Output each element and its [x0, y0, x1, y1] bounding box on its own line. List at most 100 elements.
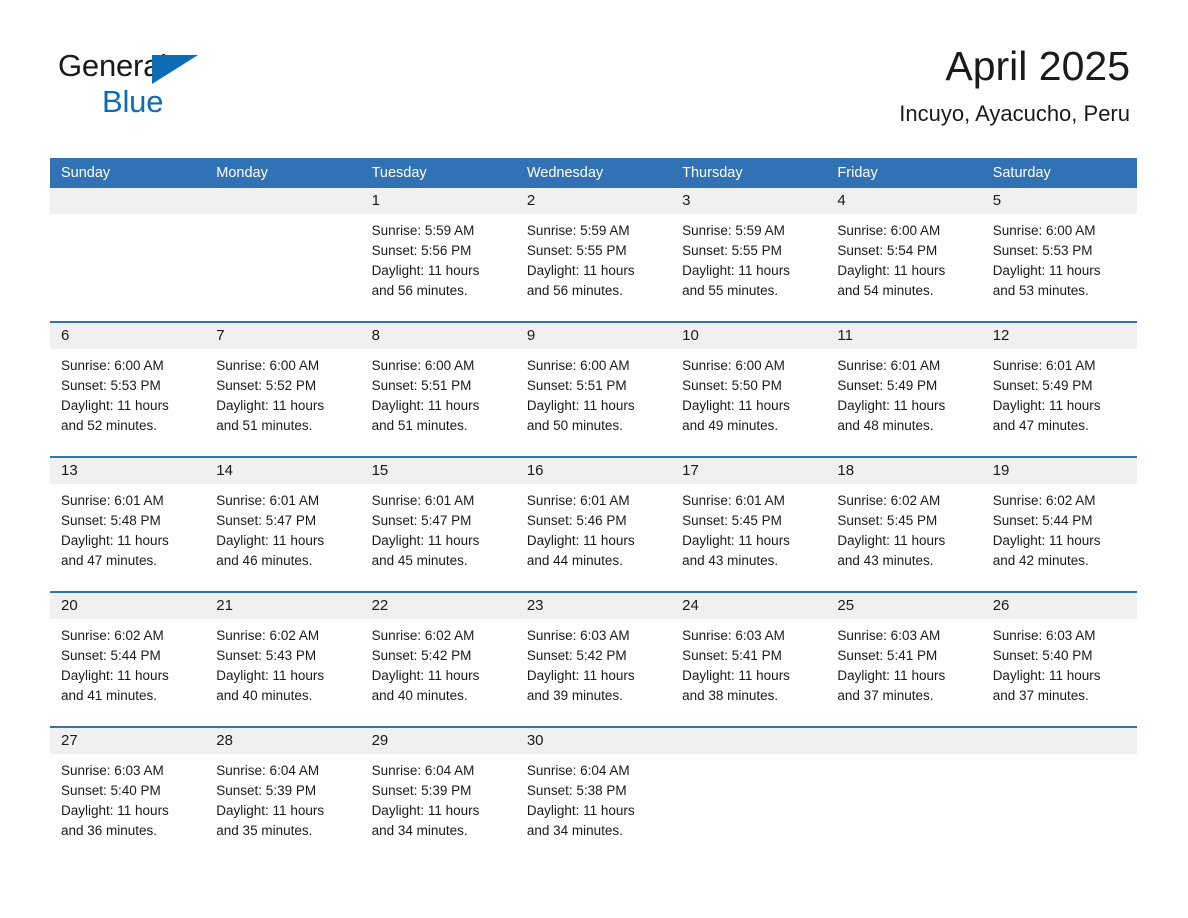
calendar-day-cell[interactable]: 1 Sunrise: 5:59 AM Sunset: 5:56 PM Daylight… [360, 188, 516, 312]
sunset-text: Sunset: 5:48 PM [61, 513, 161, 528]
daylight-text: Daylight: 11 hours and 55 minutes. [682, 263, 790, 298]
logo-line-blue: Blue [58, 86, 167, 117]
sunrise-text: Sunrise: 6:01 AM [682, 493, 785, 508]
calendar-day-cell[interactable]: 12 Sunrise: 6:01 AM Sunset: 5:49 PM Dayligh… [981, 323, 1137, 447]
daylight-text: Daylight: 11 hours and 43 minutes. [837, 533, 946, 568]
day-details: Sunrise: 5:59 AM Sunset: 5:55 PM Daylight:… [516, 214, 671, 301]
sunset-text: Sunset: 5:52 PM [216, 378, 317, 393]
sunset-text: Sunset: 5:46 PM [526, 513, 627, 528]
sunset-text: Sunset: 5:45 PM [837, 513, 938, 528]
daylight-text: Daylight: 11 hours and 38 minutes. [682, 668, 790, 703]
calendar-day-cell[interactable]: 27 Sunrise: 6:03 AM Sunset: 5:40 PM Dayligh… [50, 728, 206, 852]
daylight-text: Daylight: 11 hours and 50 minutes. [526, 398, 635, 433]
day-number [205, 188, 361, 214]
calendar-day-cell[interactable]: 4 Sunrise: 6:00 AM Sunset: 5:54 PM Daylight… [826, 188, 982, 312]
logo-line-general: General [58, 50, 198, 84]
day-details: Sunrise: 6:00 AM Sunset: 5:54 PM Daylight:… [826, 214, 981, 301]
calendar-day-cell[interactable]: 13 Sunrise: 6:01 AM Sunset: 5:48 PM Dayligh… [50, 458, 206, 582]
calendar-day-cell[interactable]: 2 Sunrise: 5:59 AM Sunset: 5:55 PM Daylight… [515, 188, 672, 312]
calendar-week-row: 1 Sunrise: 5:59 AM Sunset: 5:56 PM Daylight… [50, 188, 1137, 312]
day-number [981, 728, 1137, 754]
daylight-text: Daylight: 11 hours and 39 minutes. [526, 668, 635, 703]
daylight-text: Daylight: 11 hours and 45 minutes. [371, 533, 480, 568]
calendar-day-cell[interactable]: 21 Sunrise: 6:02 AM Sunset: 5:43 PM Dayligh… [205, 593, 361, 717]
calendar-weeks: 1 Sunrise: 5:59 AM Sunset: 5:56 PM Daylight… [50, 188, 1137, 852]
sunrise-text: Sunrise: 5:59 AM [682, 223, 785, 238]
calendar-day-cell[interactable]: 10 Sunrise: 6:00 AM Sunset: 5:50 PM Dayligh… [671, 323, 827, 447]
day-number: 17 [671, 458, 827, 484]
day-number: 8 [360, 323, 516, 349]
day-details: Sunrise: 6:03 AM Sunset: 5:41 PM Daylight:… [826, 619, 981, 706]
calendar-day-cell[interactable]: 7 Sunrise: 6:00 AM Sunset: 5:52 PM Daylight… [205, 323, 361, 447]
calendar-day-cell[interactable]: 25 Sunrise: 6:03 AM Sunset: 5:41 PM Dayligh… [826, 593, 982, 717]
sunset-text: Sunset: 5:53 PM [992, 243, 1093, 258]
calendar-day-cell[interactable]: 29 Sunrise: 6:04 AM Sunset: 5:39 PM Dayligh… [360, 728, 516, 852]
daylight-text: Daylight: 11 hours and 51 minutes. [371, 398, 480, 433]
daylight-text: Daylight: 11 hours and 37 minutes. [992, 668, 1101, 703]
calendar-day-cell[interactable]: 19 Sunrise: 6:02 AM Sunset: 5:44 PM Dayligh… [981, 458, 1137, 582]
calendar-day-cell[interactable]: 17 Sunrise: 6:01 AM Sunset: 5:45 PM Dayligh… [671, 458, 827, 582]
sunset-text: Sunset: 5:51 PM [371, 378, 472, 393]
calendar-day-cell[interactable]: 28 Sunrise: 6:04 AM Sunset: 5:39 PM Dayligh… [205, 728, 361, 852]
sunset-text: Sunset: 5:55 PM [526, 243, 627, 258]
calendar-day-cell[interactable]: 22 Sunrise: 6:02 AM Sunset: 5:42 PM Dayligh… [360, 593, 516, 717]
sunset-text: Sunset: 5:49 PM [992, 378, 1093, 393]
daylight-text: Daylight: 11 hours and 53 minutes. [992, 263, 1101, 298]
sunrise-text: Sunrise: 6:02 AM [371, 628, 475, 643]
calendar-day-cell[interactable]: 18 Sunrise: 6:02 AM Sunset: 5:45 PM Dayligh… [826, 458, 982, 582]
day-number: 11 [826, 323, 982, 349]
daylight-text: Daylight: 11 hours and 41 minutes. [61, 668, 169, 703]
sunrise-text: Sunrise: 6:01 AM [61, 493, 164, 508]
sunset-text: Sunset: 5:51 PM [526, 378, 627, 393]
calendar-day-cell[interactable]: 9 Sunrise: 6:00 AM Sunset: 5:51 PM Daylight… [515, 323, 672, 447]
daylight-text: Daylight: 11 hours and 48 minutes. [837, 398, 946, 433]
day-number: 16 [515, 458, 672, 484]
sunrise-text: Sunrise: 6:04 AM [371, 763, 475, 778]
day-number: 27 [50, 728, 206, 754]
calendar-day-cell[interactable]: 15 Sunrise: 6:01 AM Sunset: 5:47 PM Dayligh… [360, 458, 516, 582]
day-details: Sunrise: 6:03 AM Sunset: 5:40 PM Daylight:… [50, 754, 205, 841]
calendar-day-cell[interactable]: 26 Sunrise: 6:03 AM Sunset: 5:40 PM Dayligh… [981, 593, 1137, 717]
sunrise-text: Sunrise: 6:01 AM [371, 493, 475, 508]
calendar-day-cell[interactable]: 6 Sunrise: 6:00 AM Sunset: 5:53 PM Daylight… [50, 323, 206, 447]
daylight-text: Daylight: 11 hours and 51 minutes. [216, 398, 325, 433]
calendar-day-cell[interactable]: 24 Sunrise: 6:03 AM Sunset: 5:41 PM Dayligh… [671, 593, 827, 717]
calendar-day-cell[interactable]: 30 Sunrise: 6:04 AM Sunset: 5:38 PM Dayligh… [515, 728, 672, 852]
day-number: 13 [50, 458, 206, 484]
sunset-text: Sunset: 5:54 PM [837, 243, 938, 258]
sunrise-text: Sunrise: 6:04 AM [526, 763, 630, 778]
calendar-day-cell[interactable]: 3 Sunrise: 5:59 AM Sunset: 5:55 PM Daylight… [671, 188, 827, 312]
calendar-day-cell[interactable]: 5 Sunrise: 6:00 AM Sunset: 5:53 PM Daylight… [981, 188, 1137, 312]
sunrise-text: Sunrise: 6:02 AM [837, 493, 941, 508]
daylight-text: Daylight: 11 hours and 56 minutes. [371, 263, 480, 298]
day-details: Sunrise: 6:02 AM Sunset: 5:42 PM Daylight:… [361, 619, 516, 706]
day-details: Sunrise: 6:04 AM Sunset: 5:39 PM Daylight:… [205, 754, 360, 841]
sunset-text: Sunset: 5:44 PM [992, 513, 1093, 528]
day-details: Sunrise: 6:01 AM Sunset: 5:49 PM Daylight:… [826, 349, 981, 436]
calendar-week-row: 20 Sunrise: 6:02 AM Sunset: 5:44 PM Dayligh… [50, 591, 1137, 717]
calendar-day-cell[interactable]: 11 Sunrise: 6:01 AM Sunset: 5:49 PM Dayligh… [826, 323, 982, 447]
calendar-day-cell[interactable]: 20 Sunrise: 6:02 AM Sunset: 5:44 PM Dayligh… [50, 593, 206, 717]
calendar-day-cell[interactable]: 14 Sunrise: 6:01 AM Sunset: 5:47 PM Dayligh… [205, 458, 361, 582]
daylight-text: Daylight: 11 hours and 40 minutes. [216, 668, 325, 703]
day-number: 10 [671, 323, 827, 349]
sunset-text: Sunset: 5:49 PM [837, 378, 938, 393]
day-number [50, 188, 206, 214]
calendar-day-cell[interactable]: 16 Sunrise: 6:01 AM Sunset: 5:46 PM Dayligh… [515, 458, 672, 582]
calendar-day-cell[interactable]: 23 Sunrise: 6:03 AM Sunset: 5:42 PM Dayligh… [515, 593, 672, 717]
sunrise-text: Sunrise: 6:03 AM [992, 628, 1096, 643]
calendar-day-cell[interactable]: 8 Sunrise: 6:00 AM Sunset: 5:51 PM Daylight… [360, 323, 516, 447]
day-number: 6 [50, 323, 206, 349]
day-number: 29 [360, 728, 516, 754]
daylight-text: Daylight: 11 hours and 54 minutes. [837, 263, 946, 298]
weekday-header-friday: Friday [837, 165, 878, 181]
sunset-text: Sunset: 5:39 PM [216, 783, 317, 798]
day-details: Sunrise: 6:01 AM Sunset: 5:47 PM Daylight:… [361, 484, 516, 571]
day-number: 2 [515, 188, 672, 214]
sunrise-text: Sunrise: 6:01 AM [526, 493, 630, 508]
sunset-text: Sunset: 5:38 PM [526, 783, 627, 798]
sunrise-text: Sunrise: 6:00 AM [682, 358, 785, 373]
sunrise-text: Sunrise: 6:00 AM [526, 358, 630, 373]
day-details: Sunrise: 5:59 AM Sunset: 5:56 PM Daylight:… [361, 214, 516, 301]
day-number [826, 728, 982, 754]
